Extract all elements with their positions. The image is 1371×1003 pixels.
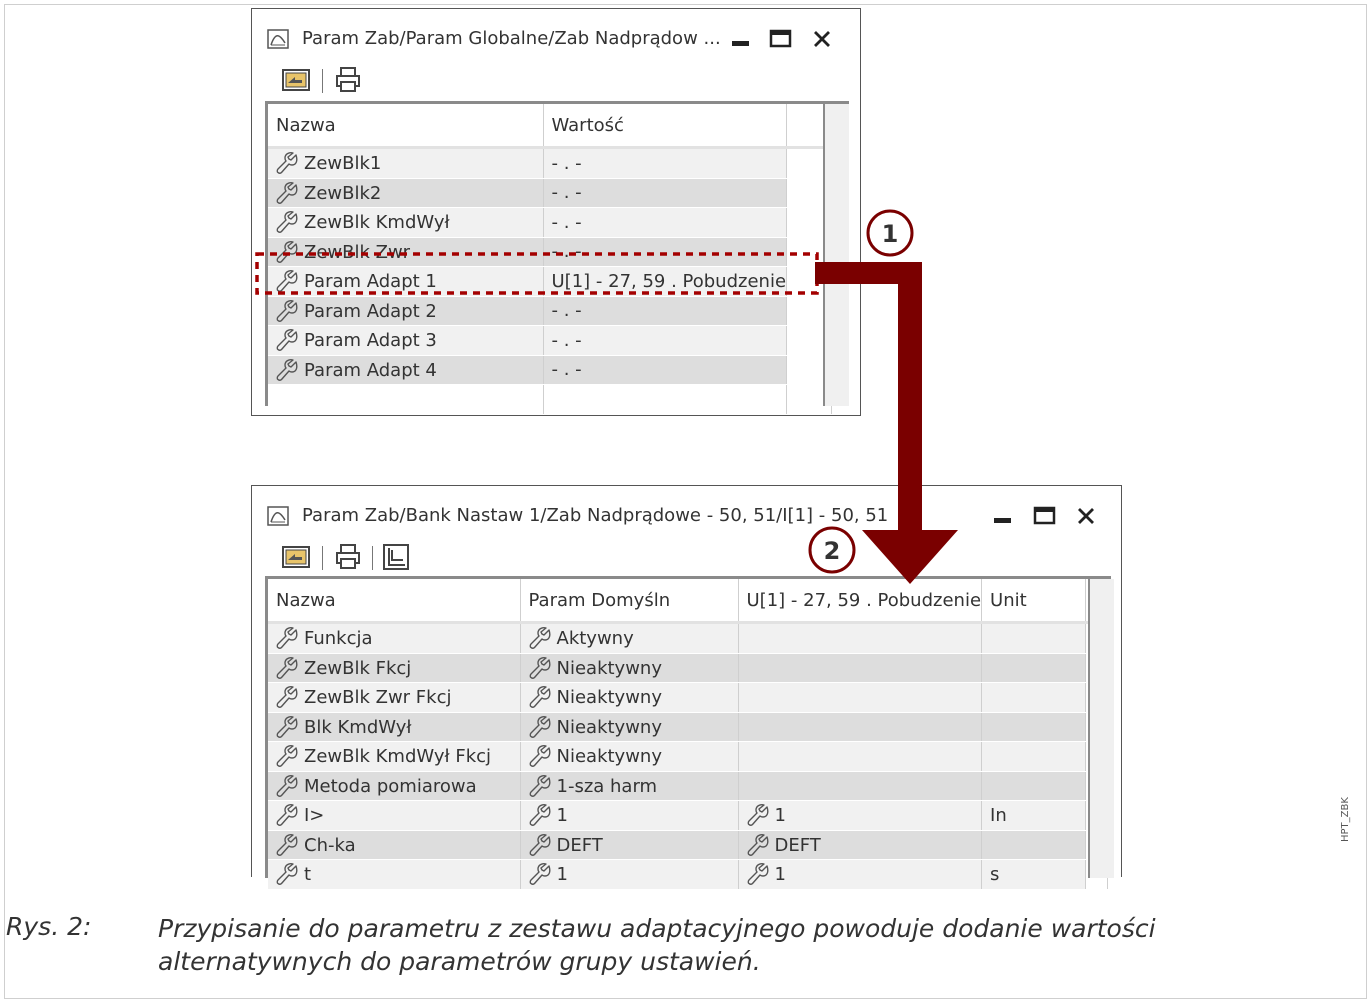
annotation-overlay: 1 2 xyxy=(255,209,958,584)
highlight-box xyxy=(255,252,819,295)
figure-number: Rys. 2: xyxy=(6,912,92,941)
side-label: HPT_ZBK xyxy=(1340,797,1351,842)
callout-2-label: 2 xyxy=(824,537,841,565)
figure-caption: Przypisanie do parametru z zestawu adapt… xyxy=(158,914,1156,976)
callout-1-label: 1 xyxy=(882,220,899,248)
